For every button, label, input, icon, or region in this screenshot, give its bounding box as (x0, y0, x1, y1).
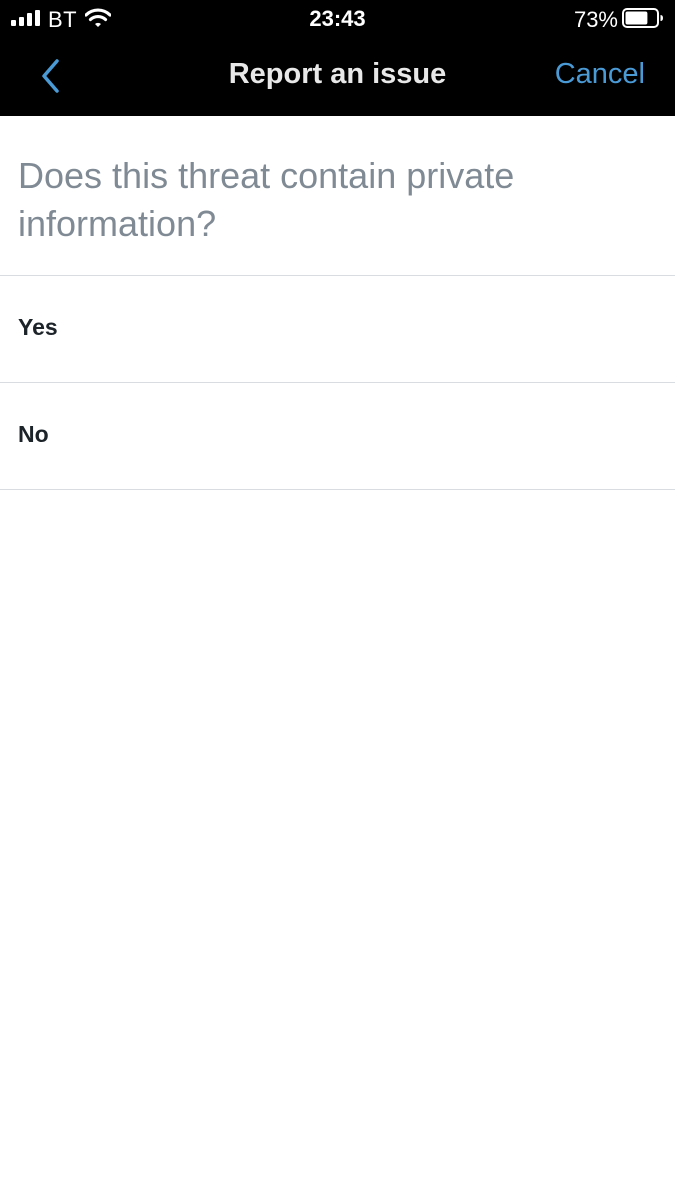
top-bar: BT 23:43 73% Report an issue Cancel (0, 0, 675, 116)
divider (0, 489, 675, 490)
battery-percentage: 73% (573, 7, 618, 32)
question-prompt: Does this threat contain private informa… (18, 155, 515, 244)
option-label: No (18, 421, 49, 447)
cancel-button[interactable]: Cancel (555, 58, 645, 91)
navigation-bar: Report an issue Cancel (0, 40, 675, 116)
option-no[interactable]: No (0, 383, 675, 489)
option-yes[interactable]: Yes (0, 276, 675, 382)
battery-icon (622, 8, 663, 28)
status-bar: BT 23:43 73% (0, 0, 675, 40)
back-button[interactable] (30, 54, 70, 98)
chevron-left-icon (42, 59, 59, 93)
option-label: Yes (18, 314, 58, 340)
